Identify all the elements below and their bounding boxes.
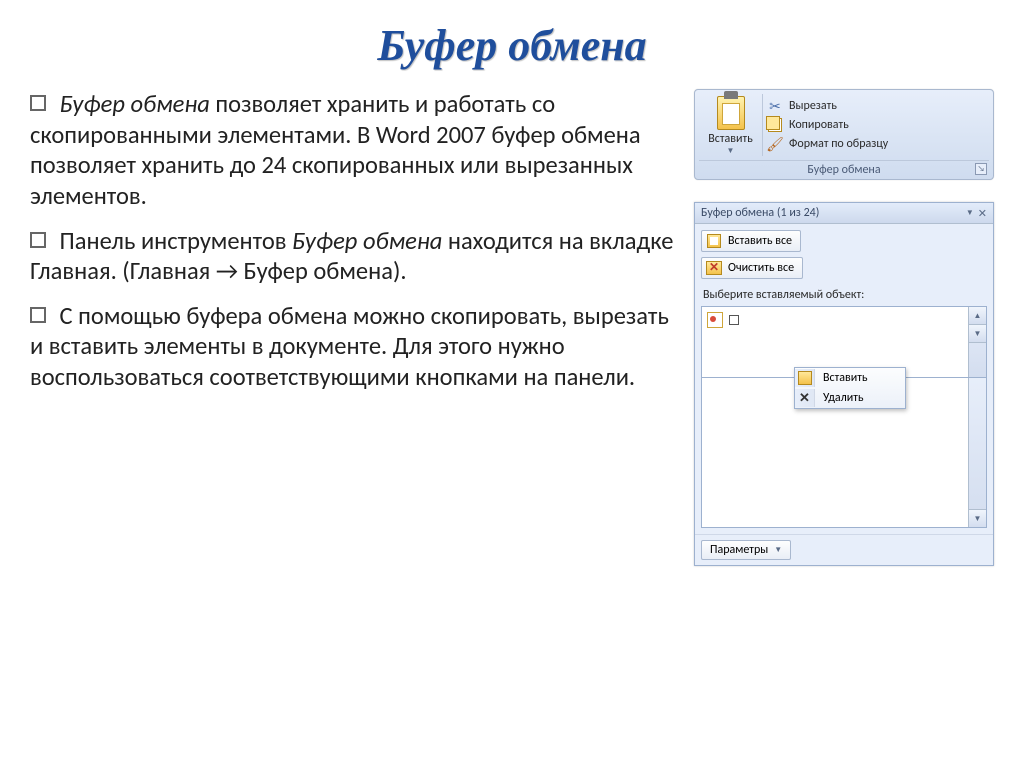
ribbon-clipboard-group: Вставить ▼ ✂ Вырезать Копировать [694, 89, 994, 180]
context-delete[interactable]: ✕ Удалить [795, 388, 905, 408]
para3-text: С помощью буфера обмена можно скопироват… [30, 301, 669, 392]
para1-emph: Буфер обмена [60, 89, 210, 119]
brush-icon: 🖌 [767, 136, 783, 152]
slide-title: Буфер обмена [30, 20, 994, 71]
scissors-icon: ✂ [767, 98, 783, 114]
close-icon[interactable]: ✕ [978, 207, 987, 220]
context-menu: Вставить ✕ Удалить [794, 367, 906, 409]
bullet-icon [30, 307, 46, 323]
scroll-up-icon[interactable]: ▲ [969, 307, 986, 325]
scrollbar[interactable]: ▲ ▼ [968, 307, 986, 377]
pane-prompt: Выберите вставляемый объект: [703, 288, 985, 302]
scroll-down-icon[interactable]: ▼ [969, 509, 986, 527]
chevron-down-icon: ▼ [727, 146, 735, 156]
clear-all-button[interactable]: Очистить все [701, 257, 803, 279]
cut-button[interactable]: ✂ Вырезать [767, 98, 989, 114]
copy-label: Копировать [789, 118, 849, 132]
bullet-icon [30, 232, 46, 248]
dialog-launcher-button[interactable]: ↘ [975, 163, 987, 175]
paste-icon [795, 369, 815, 387]
paste-button[interactable]: Вставить ▼ [699, 94, 763, 156]
copy-button[interactable]: Копировать [767, 117, 989, 133]
pane-title-text: Буфер обмена (1 из 24) [701, 206, 819, 220]
context-delete-label: Удалить [823, 391, 864, 405]
clipboard-item[interactable] [705, 310, 965, 330]
paste-all-label: Вставить все [728, 234, 792, 248]
delete-icon: ✕ [795, 389, 815, 407]
options-label: Параметры [710, 543, 768, 557]
scroll-down-icon[interactable]: ▼ [969, 325, 986, 343]
bullet-3: С помощью буфера обмена можно скопироват… [30, 301, 676, 393]
copy-icon [767, 117, 783, 133]
format-painter-button[interactable]: 🖌 Формат по образцу [767, 136, 989, 152]
context-paste-label: Вставить [823, 371, 868, 385]
cut-label: Вырезать [789, 99, 837, 113]
text-content: Буфер обмена позволяет хранить и работат… [30, 89, 676, 566]
para2-pre: Панель инструментов [60, 226, 292, 256]
clear-all-icon [706, 260, 722, 276]
clipboard-item-icon [707, 312, 723, 328]
format-label: Формат по образцу [789, 137, 888, 151]
ribbon-group-caption: Буфер обмена ↘ [699, 160, 989, 177]
pane-title-bar: Буфер обмена (1 из 24) ▼ ✕ [695, 203, 993, 224]
clipboard-item-preview [729, 315, 739, 325]
clear-all-label: Очистить все [728, 261, 794, 275]
options-button[interactable]: Параметры ▼ [701, 540, 791, 560]
context-paste[interactable]: Вставить [795, 368, 905, 388]
chevron-down-icon: ▼ [774, 545, 782, 555]
paste-all-icon [706, 233, 722, 249]
paste-icon [717, 96, 745, 130]
scrollbar[interactable]: ▼ [968, 378, 986, 527]
chevron-down-icon[interactable]: ▼ [966, 208, 974, 218]
bullet-1: Буфер обмена позволяет хранить и работат… [30, 89, 676, 212]
bullet-icon [30, 95, 46, 111]
paste-all-button[interactable]: Вставить все [701, 230, 801, 252]
paste-label: Вставить [708, 132, 753, 146]
para2-emph: Буфер обмена [292, 226, 442, 256]
bullet-2: Панель инструментов Буфер обмена находит… [30, 226, 676, 287]
